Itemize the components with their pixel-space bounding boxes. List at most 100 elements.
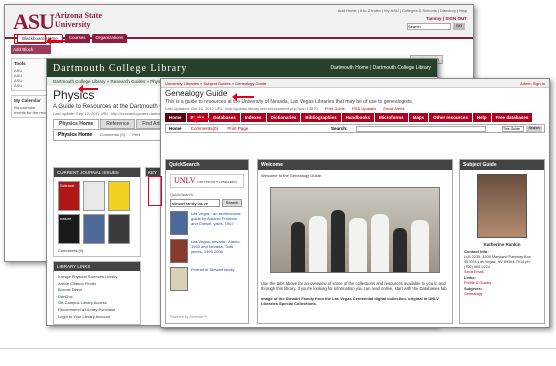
calendar-text: No calendar events for the next (14, 105, 47, 115)
library-links-list: Kresge Physical Sciences Library Article … (54, 271, 140, 323)
library-link[interactable]: Borrow Direct (58, 287, 136, 292)
print-page-link[interactable]: Print Page (227, 126, 248, 131)
result-title[interactable]: Portrait of Stewart family (191, 267, 241, 291)
journals-grid: Science nature (54, 177, 140, 248)
print-link[interactable]: Print (132, 132, 140, 137)
email-alerts-link[interactable]: Email Alerts (383, 106, 404, 111)
unlv-logo-sub: UNIVERSITY LIBRARIES (197, 180, 238, 184)
tab-maps[interactable]: Maps (408, 113, 429, 122)
library-link[interactable]: Off-Campus Library Access (58, 300, 136, 305)
unlv-window: University Libraries » Subject Guides » … (160, 78, 550, 328)
quicksearch-heading: QuickSearch (166, 160, 248, 170)
comments-link[interactable]: Comments (0) (100, 132, 125, 137)
journal-cover[interactable] (83, 181, 105, 211)
dartmouth-title: Dartmouth College Library (53, 63, 188, 74)
breadcrumb[interactable]: University Libraries » Subject Guides » … (165, 81, 266, 86)
links-label: Links: (464, 275, 476, 280)
last-updated: Last Updated: Oct 16, 2012 URL: http://g… (165, 106, 318, 111)
tab-microforms[interactable]: Microforms (375, 113, 408, 122)
red-arrow (78, 85, 98, 93)
subject-link[interactable]: Genealogy (464, 292, 482, 296)
book-thumbnail (170, 239, 188, 263)
library-link[interactable]: DartDoc (58, 294, 136, 299)
tab-highlight (14, 34, 46, 44)
search-scope-select[interactable]: This Guide (502, 126, 524, 132)
tab-free-databases[interactable]: Free databases (491, 113, 533, 122)
result-title[interactable]: Las Vegas : an architectural guide by An… (191, 211, 241, 235)
rss-link[interactable]: RSS Updates (352, 106, 376, 111)
tab-physics-home[interactable]: Physics Home (53, 119, 100, 129)
tab-databases[interactable]: Databases (209, 113, 240, 122)
result-item[interactable]: Portrait of Stewart family (170, 267, 244, 291)
journal-cover[interactable] (83, 214, 105, 244)
subjects-label: Subjects: (464, 286, 483, 291)
result-item[interactable]: Las Vegas, nevada : Alamo, 1993 and Neva… (170, 239, 244, 263)
tools-heading: Tools (14, 61, 26, 66)
tab-dictionaries[interactable]: Dictionaries (266, 113, 301, 122)
journal-cover[interactable]: Science (58, 181, 80, 211)
library-link[interactable]: Login to Your Library Account (58, 314, 136, 319)
page-bar-home: Home (169, 126, 182, 131)
journals-box: CURRENT JOURNAL ISSUES Science nature Com… (53, 167, 141, 257)
welcome-box: Welcome Welcome to the Genealogy Guide. … (257, 159, 453, 324)
asu-sidebar: Add Block Tools ASU ASU ASU ASU My Calen… (11, 45, 51, 122)
quicksearch-button[interactable]: Search (222, 199, 242, 207)
library-link[interactable]: Kresge Physical Sciences Library (58, 274, 136, 279)
tab-other-resources[interactable]: Other resources (429, 113, 472, 122)
calendar-box: My Calendar No calendar events for the n… (11, 95, 51, 118)
dartmouth-header-links[interactable]: Dartmouth Home | Dartmouth College Libra… (330, 65, 431, 71)
tab-indexes[interactable]: Indexes (240, 113, 266, 122)
red-arrow (232, 93, 254, 101)
asu-logo[interactable]: ASU Arizona State University (13, 9, 102, 35)
profile-link[interactable]: Profile & Guides (464, 281, 491, 285)
tab-organizations[interactable]: Organizations (91, 34, 128, 43)
tools-item[interactable]: ASU (14, 83, 48, 88)
subject-guide-box: Subject Guide Katherine Rankin Contact I… (459, 159, 545, 324)
page-meta: Last Updated: Oct 16, 2012 URL: http://g… (161, 105, 549, 112)
comments-link[interactable]: Comments(0) (191, 126, 218, 131)
asu-search-placeholder: Search (408, 24, 421, 29)
add-block-button[interactable]: Add Block (11, 45, 51, 54)
asu-header: ASU Arizona State University Add Home | … (5, 5, 473, 43)
librarian-portrait (477, 174, 527, 238)
library-link[interactable]: Recommend a Library Purchase (58, 307, 136, 312)
welcome-heading: Welcome (258, 160, 452, 170)
journal-cover[interactable] (108, 181, 130, 211)
search-highlight (148, 176, 162, 206)
tab-home[interactable]: Home (165, 113, 186, 122)
unlv-logo-text: UNLV (174, 176, 196, 185)
tab-courses[interactable]: Courses (64, 34, 90, 43)
asu-user[interactable]: Tammy | SIGN OUT (426, 16, 467, 21)
send-email-link[interactable]: Send Email (464, 270, 483, 274)
result-item[interactable]: Las Vegas : an architectural guide by An… (170, 211, 244, 235)
photo-thumbnail (170, 267, 188, 291)
search-button[interactable]: Search (526, 126, 542, 132)
journals-comments[interactable]: Comments (0) (54, 248, 140, 253)
quicksearch-form: stewart family las ve Search (170, 199, 244, 207)
welcome-body: Use the tabs above for an overview of so… (261, 281, 448, 292)
tools-box: Tools ASU ASU ASU ASU (11, 58, 51, 91)
guide-search-input[interactable] (356, 126, 486, 132)
tab-handbooks[interactable]: Handbooks (341, 113, 375, 122)
unlv-topbar: University Libraries » Subject Guides » … (161, 79, 549, 88)
print-guide-link[interactable]: Print Guide (325, 106, 345, 111)
admin-sign-in-link[interactable]: Admin Sign In (520, 81, 545, 86)
tab-bibliographies[interactable]: Bibliographies (301, 113, 341, 122)
library-link[interactable]: Article Citation Finder (58, 281, 136, 286)
result-title[interactable]: Las Vegas, nevada : Alamo, 1993 and Neva… (191, 239, 241, 263)
contact-text: LLB 2235, 4505 Maryland Parkway Box 4570… (464, 255, 531, 269)
subject-guide-heading: Subject Guide (460, 160, 544, 170)
contact-label: Contact Info: (464, 249, 489, 254)
journal-cover[interactable] (108, 214, 130, 244)
asu-go-button[interactable]: GO (453, 23, 465, 30)
quicksearch-input[interactable]: stewart family las ve (170, 199, 220, 207)
tab-reference[interactable]: Reference (100, 119, 136, 129)
quicksearch-box: QuickSearch UNLV UNIVERSITY LIBRARIES Qu… (165, 159, 249, 324)
journal-cover[interactable]: nature (58, 214, 80, 244)
photo-caption: Image of the Stewart Family from the Las… (261, 295, 439, 306)
asu-top-links[interactable]: Add Home | A to Z Index | My ASU | Colle… (338, 8, 467, 13)
asu-search-input[interactable]: Search (407, 23, 451, 30)
tab-help[interactable]: Help (472, 113, 491, 122)
divider (0, 348, 556, 349)
library-links-heading: LIBRARY LINKS (54, 262, 140, 271)
